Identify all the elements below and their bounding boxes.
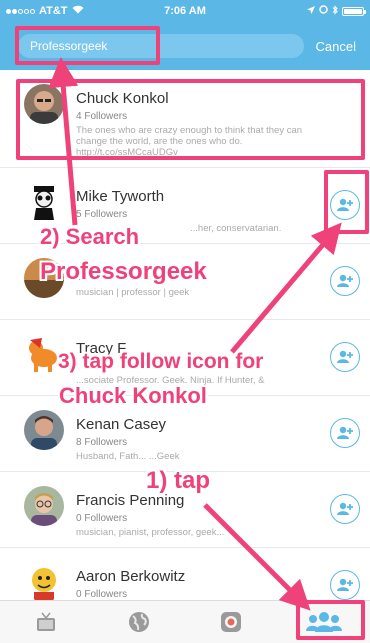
follower-count: 4 Followers — [76, 111, 128, 122]
user-name: Mike Tyworth — [76, 188, 165, 205]
bluetooth-icon — [332, 4, 338, 18]
user-name: Chuck Konkol — [76, 90, 169, 107]
avatar — [24, 486, 64, 526]
search-input[interactable] — [18, 34, 304, 58]
follow-button[interactable] — [330, 266, 360, 296]
avatar — [24, 182, 64, 222]
add-user-icon — [337, 426, 353, 439]
search-header: Cancel — [0, 22, 370, 70]
user-bio: ...her, conservatarian. — [190, 223, 282, 234]
signal-icon — [6, 8, 35, 14]
user-row[interactable]: 9 Followers musician | professor | geek — [0, 244, 370, 320]
wifi-icon — [72, 5, 84, 17]
user-name: Tracy F. — [76, 340, 129, 357]
follow-button[interactable] — [330, 570, 360, 600]
people-icon — [305, 612, 342, 632]
user-name: Aaron Berkowitz — [76, 568, 186, 585]
user-bio: ...sociate Professor. Geek. Ninja. If Hu… — [76, 375, 265, 386]
add-user-icon — [337, 198, 353, 211]
follow-button[interactable] — [330, 342, 360, 372]
follower-count: 0 Followers — [76, 513, 128, 524]
user-name: Kenan Casey — [76, 416, 167, 433]
user-name: Francis Penning — [76, 492, 185, 509]
add-user-icon — [337, 578, 353, 591]
follow-button[interactable] — [330, 418, 360, 448]
follower-count: 0 Followers — [76, 589, 128, 600]
tab-explore[interactable] — [119, 605, 159, 639]
status-bar: AT&T 7:06 AM — [0, 0, 370, 22]
status-icons — [307, 4, 366, 18]
user-bio: musician, pianist, professor, geek... — [76, 527, 225, 538]
follower-count: 9 Followers — [76, 272, 128, 283]
avatar — [24, 410, 64, 450]
user-list: Chuck Konkol 4 Followers The ones who ar… — [0, 70, 370, 600]
tv-icon — [37, 612, 56, 631]
user-row[interactable]: Kenan Casey 8 Followers Husband, Fath...… — [0, 396, 370, 472]
battery-icon — [342, 6, 366, 16]
add-user-icon — [337, 350, 353, 363]
add-user-icon — [337, 502, 353, 515]
follow-button[interactable] — [330, 190, 360, 220]
avatar — [24, 562, 64, 600]
avatar — [24, 334, 64, 374]
alarm-icon — [319, 5, 328, 17]
add-user-icon — [337, 274, 353, 287]
follower-count: 8 Followers — [76, 437, 128, 448]
avatar — [24, 84, 64, 124]
tab-camera[interactable] — [211, 605, 251, 639]
user-row[interactable]: Chuck Konkol 4 Followers The ones who ar… — [0, 70, 370, 168]
avatar — [24, 258, 64, 298]
camera-icon — [221, 612, 242, 632]
user-row[interactable]: Mike Tyworth 5 Followers ...her, conserv… — [0, 168, 370, 244]
user-bio: The ones who are crazy enough to think t… — [76, 125, 303, 158]
user-row[interactable]: Francis Penning 0 Followers musician, pi… — [0, 472, 370, 548]
follower-count: 5 Followers — [76, 209, 128, 220]
user-bio: Husband, Fath... ...Geek — [76, 451, 180, 462]
user-row[interactable]: Aaron Berkowitz 0 Followers — [0, 548, 370, 600]
globe-icon — [128, 612, 149, 632]
user-row[interactable]: Tracy F. ...sociate Professor. Geek. Nin… — [0, 320, 370, 396]
carrier-group: AT&T — [6, 5, 84, 17]
tab-people[interactable] — [304, 605, 344, 639]
tab-bar — [0, 600, 370, 643]
cancel-button[interactable]: Cancel — [316, 39, 356, 54]
follow-button[interactable] — [330, 494, 360, 524]
tab-tv[interactable] — [26, 605, 66, 639]
carrier-label: AT&T — [39, 5, 68, 17]
user-bio: musician | professor | geek — [76, 287, 190, 298]
location-icon — [307, 5, 315, 17]
